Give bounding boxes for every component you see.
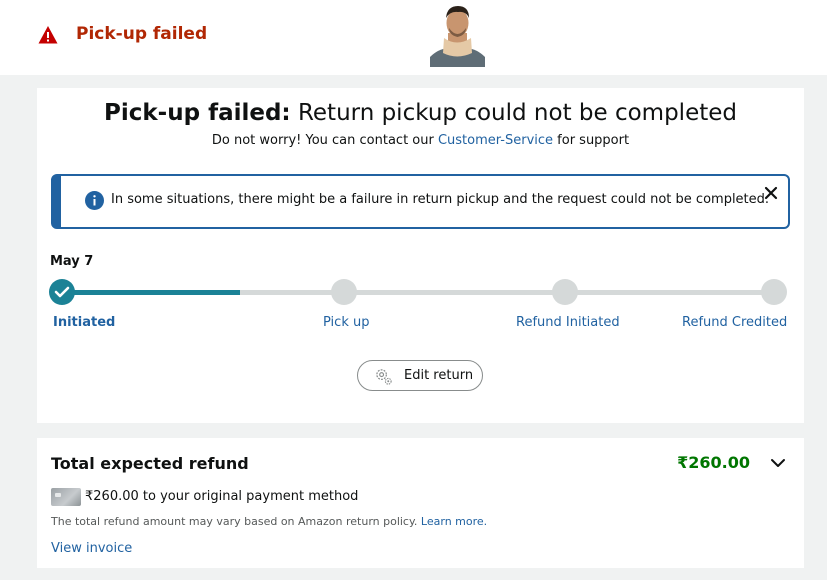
view-invoice-link[interactable]: View invoice (51, 541, 132, 556)
policy-text: The total refund amount may vary based o… (51, 515, 421, 528)
gear-icon (376, 369, 392, 385)
support-text-before: Do not worry! You can contact our (211, 133, 438, 148)
refund-title: Total expected refund (51, 454, 249, 473)
customer-service-link[interactable]: Customer-Service (438, 133, 553, 148)
headline-bold: Pick-up failed: (104, 100, 291, 126)
timeline-date: May 7 (50, 254, 94, 269)
card-icon (51, 488, 81, 506)
info-alert: In some situations, there might be a fai… (51, 174, 790, 229)
status-header: Pick-up failed (0, 0, 827, 75)
policy-note: The total refund amount may vary based o… (51, 515, 487, 528)
product-image[interactable] (430, 3, 485, 67)
step-dot-refund-initiated (552, 279, 578, 305)
payment-method-text: ₹260.00 to your original payment method (85, 489, 359, 504)
step-dot-pickup (331, 279, 357, 305)
step-label-refund-initiated: Refund Initiated (516, 315, 620, 330)
step-dot-initiated (49, 279, 75, 305)
return-status-card: Pick-up failed: Return pickup could not … (37, 88, 804, 423)
progress-fill (62, 290, 240, 295)
close-icon[interactable] (762, 184, 780, 202)
edit-return-button[interactable]: Edit return (357, 360, 483, 391)
step-dot-refund-credited (761, 279, 787, 305)
check-icon (54, 286, 70, 298)
refund-amount: ₹260.00 (677, 453, 750, 472)
step-label-refund-credited: Refund Credited (682, 315, 788, 330)
status-title: Pick-up failed (76, 24, 208, 44)
support-text-after: for support (553, 133, 630, 148)
warning-icon (38, 26, 58, 44)
page-title: Pick-up failed: Return pickup could not … (37, 100, 804, 126)
support-line: Do not worry! You can contact our Custom… (37, 133, 804, 148)
chevron-down-icon[interactable] (770, 457, 786, 469)
refund-summary-card: Total expected refund ₹260.00 ₹260.00 to… (37, 438, 804, 568)
alert-text: In some situations, there might be a fai… (111, 192, 770, 207)
step-label-pickup: Pick up (323, 315, 370, 330)
learn-more-link[interactable]: Learn more. (421, 515, 487, 528)
info-icon (85, 191, 104, 210)
edit-return-label: Edit return (404, 368, 474, 383)
headline-rest: Return pickup could not be completed (290, 100, 737, 126)
step-label-initiated: Initiated (53, 315, 116, 330)
progress-track (62, 290, 772, 295)
